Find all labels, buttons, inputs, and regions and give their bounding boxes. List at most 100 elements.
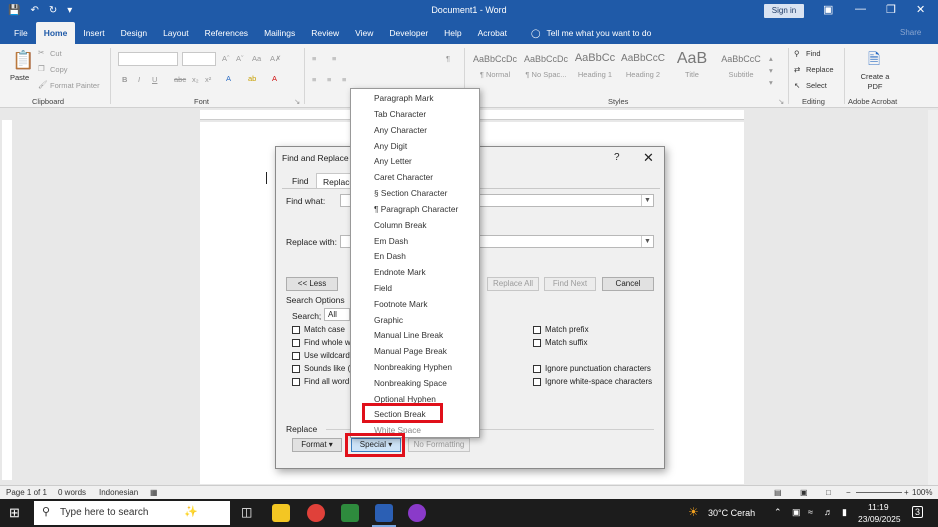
cancel-button[interactable]: Cancel — [602, 277, 654, 291]
tab-help[interactable]: Help — [436, 22, 469, 44]
taskbar-search-box[interactable]: ⚲ Type here to search ✨ — [34, 501, 230, 525]
tab-home[interactable]: Home — [35, 22, 76, 44]
clear-formatting-icon[interactable]: A✗ — [270, 54, 281, 63]
menu-item-any-letter[interactable]: Any Letter — [374, 156, 412, 166]
zoom-out-icon[interactable]: − — [846, 488, 851, 497]
tab-insert[interactable]: Insert — [75, 22, 112, 44]
menu-item-graphic[interactable]: Graphic — [374, 315, 403, 325]
copy-button[interactable]: Copy — [50, 65, 68, 74]
ignore-punctuation-checkbox[interactable]: Ignore punctuation characters — [533, 364, 651, 373]
network-icon[interactable]: ▣ — [792, 507, 801, 518]
match-prefix-checkbox[interactable]: Match prefix — [533, 325, 589, 334]
align-center-icon[interactable]: ≡ — [327, 75, 331, 84]
tab-acrobat[interactable]: Acrobat — [470, 22, 515, 44]
numbering-icon[interactable]: ≡ — [332, 54, 336, 63]
shrink-font-icon[interactable]: Aˇ — [236, 54, 244, 63]
ribbon-display-icon[interactable]: ▣ — [823, 3, 833, 16]
style-subtitle[interactable]: AaBbCcC Subtitle — [716, 50, 766, 88]
no-formatting-button[interactable]: No Formatting — [408, 438, 470, 452]
task-view-icon[interactable]: ◫ — [241, 505, 252, 519]
font-color-icon[interactable]: A — [272, 74, 277, 83]
print-layout-icon[interactable]: ▣ — [800, 488, 808, 497]
replace-all-button[interactable]: Replace All — [487, 277, 539, 291]
tab-find[interactable]: Find — [286, 173, 315, 189]
highlight-color-icon[interactable]: ab — [248, 74, 256, 83]
tab-design[interactable]: Design — [113, 22, 155, 44]
menu-item-caret-character[interactable]: Caret Character — [374, 172, 433, 182]
cut-button[interactable]: Cut — [50, 49, 62, 58]
bold-icon[interactable]: B — [122, 75, 127, 84]
find-all-word-forms-checkbox[interactable]: Find all word — [292, 377, 349, 386]
use-wildcards-checkbox[interactable]: Use wildcard — [292, 351, 350, 360]
word-count[interactable]: 0 words — [58, 488, 86, 497]
style-no-spacing[interactable]: AaBbCcDc ¶ No Spac... — [521, 50, 571, 88]
match-suffix-checkbox[interactable]: Match suffix — [533, 338, 588, 347]
help-button[interactable]: ? — [614, 152, 620, 163]
page-count[interactable]: Page 1 of 1 — [6, 488, 47, 497]
superscript-icon[interactable]: x² — [205, 75, 211, 84]
show-formatting-icon[interactable]: ¶ — [446, 54, 450, 63]
zoom-in-icon[interactable]: + — [904, 488, 909, 497]
find-button[interactable]: Find — [806, 49, 821, 58]
close-window-icon[interactable]: ✕ — [916, 3, 925, 16]
wifi-icon[interactable]: ≈ — [808, 507, 813, 517]
subscript-icon[interactable]: x₂ — [192, 75, 199, 84]
font-name-combo[interactable] — [118, 52, 178, 66]
sign-in-button[interactable]: Sign in — [764, 4, 804, 18]
weather-text[interactable]: 30°C Cerah — [708, 508, 755, 518]
font-size-combo[interactable] — [182, 52, 216, 66]
style-title[interactable]: AaB Title — [667, 50, 717, 88]
battery-icon[interactable]: ▮ — [842, 507, 847, 518]
language[interactable]: Indonesian — [99, 488, 138, 497]
underline-icon[interactable]: U — [152, 75, 157, 84]
align-right-icon[interactable]: ≡ — [342, 75, 346, 84]
tab-review[interactable]: Review — [303, 22, 347, 44]
menu-item-em-dash[interactable]: Em Dash — [374, 236, 408, 246]
menu-item-footnote-mark[interactable]: Footnote Mark — [374, 299, 428, 309]
create-pdf-button[interactable]: Create a PDF — [860, 72, 890, 92]
ignore-whitespace-checkbox[interactable]: Ignore white-space characters — [533, 377, 652, 386]
menu-item-paragraph-character[interactable]: ¶ Paragraph Character — [374, 204, 458, 214]
menu-item-any-digit[interactable]: Any Digit — [374, 141, 407, 151]
menu-item-field[interactable]: Field — [374, 283, 392, 293]
font-dialog-launcher-icon[interactable]: ↘ — [294, 97, 300, 106]
clock-time[interactable]: 11:19 — [868, 502, 889, 512]
bullets-icon[interactable]: ≡ — [312, 54, 316, 63]
app-pin-icon[interactable] — [408, 504, 426, 522]
format-painter-button[interactable]: Format Painter — [50, 81, 100, 90]
text-effects-icon[interactable]: A — [226, 74, 231, 83]
weather-icon[interactable]: ☀ — [688, 505, 699, 519]
grow-font-icon[interactable]: Aˆ — [222, 54, 230, 63]
style-heading-2[interactable]: AaBbCcC Heading 2 — [618, 50, 668, 88]
tab-references[interactable]: References — [197, 22, 256, 44]
styles-scroll-down-icon[interactable]: ▾ — [769, 66, 773, 75]
menu-item-endnote-mark[interactable]: Endnote Mark — [374, 267, 426, 277]
strikethrough-icon[interactable]: abc — [174, 75, 186, 84]
close-dialog-button[interactable]: ✕ — [643, 150, 654, 166]
menu-item-column-break[interactable]: Column Break — [374, 220, 427, 230]
align-left-icon[interactable]: ≡ — [312, 75, 316, 84]
find-next-button[interactable]: Find Next — [544, 277, 596, 291]
maximize-icon[interactable]: ❐ — [886, 3, 896, 16]
style-heading-1[interactable]: AaBbCc Heading 1 — [570, 50, 620, 88]
style-normal[interactable]: AaBbCcDc ¶ Normal — [470, 50, 520, 88]
menu-item-manual-line-break[interactable]: Manual Line Break — [374, 330, 443, 340]
menu-item-paragraph-mark[interactable]: Paragraph Mark — [374, 93, 434, 103]
show-hidden-icons-icon[interactable]: ⌃ — [774, 507, 782, 518]
chevron-down-icon[interactable]: ▼ — [641, 236, 653, 247]
chrome-icon[interactable] — [307, 504, 325, 522]
word-icon[interactable] — [375, 504, 393, 522]
paste-icon[interactable]: 📋 — [12, 50, 34, 71]
sounds-like-checkbox[interactable]: Sounds like ( — [292, 364, 350, 373]
select-button[interactable]: Select — [806, 81, 827, 90]
file-explorer-icon[interactable] — [272, 504, 290, 522]
styles-more-icon[interactable]: ▾ — [769, 78, 773, 87]
format-button[interactable]: Format ▾ — [292, 438, 342, 452]
search-direction-select[interactable]: All — [324, 308, 350, 321]
less-button[interactable]: << Less — [286, 277, 338, 291]
tab-layout[interactable]: Layout — [155, 22, 197, 44]
menu-item-nonbreaking-hyphen[interactable]: Nonbreaking Hyphen — [374, 362, 452, 372]
italic-icon[interactable]: I — [138, 75, 140, 84]
accessibility-icon[interactable]: ▦ — [150, 488, 158, 497]
styles-scroll-up-icon[interactable]: ▴ — [769, 54, 773, 63]
